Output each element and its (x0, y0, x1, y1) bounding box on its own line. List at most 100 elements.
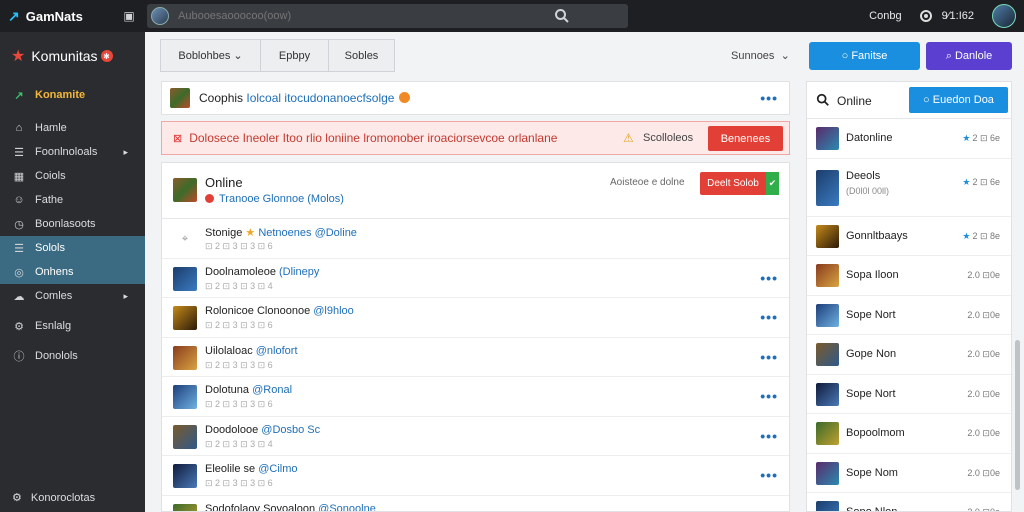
more-icon[interactable]: ••• (760, 90, 778, 106)
list-icon: ☰ (14, 242, 24, 255)
item-thumbnail (816, 264, 839, 287)
feed-subtitle: Tranooe Glonnoe (Molos) (205, 193, 344, 205)
more-icon[interactable]: ••• (760, 507, 778, 512)
scrollbar[interactable] (1015, 340, 1020, 490)
sidebar-item-4[interactable]: ☺ Fathe (0, 188, 145, 212)
item-name: Bopoolmom (846, 427, 905, 439)
record-icon[interactable] (919, 10, 932, 22)
sidebar-item-10[interactable]: ⓘ Donolols (0, 344, 145, 368)
tab-3[interactable]: Sobles (329, 39, 395, 72)
chevron-right-icon: ▸ (123, 146, 128, 157)
more-icon[interactable]: ••• (760, 428, 778, 444)
online-item[interactable]: Bopoolmom 2.0 ⊡0e (807, 414, 1011, 454)
online-action-button[interactable]: ○ Euedon Doa (909, 87, 1008, 113)
feed-row[interactable]: Uilolaloac @nlofort ⊡ 2 ⊡ 3 ⊡ 3 ⊡ 6 ••• (162, 338, 789, 377)
item-value: 2.0 ⊡0e (967, 310, 1000, 321)
sidebar-item-5[interactable]: ◷ Boonlasoots (0, 212, 145, 236)
item-value: 2.0 ⊡0e (967, 507, 1000, 511)
sidebar-item-6[interactable]: ☰ Solols (0, 236, 145, 260)
item-value-text: 2.0 ⊡0e (967, 388, 1000, 399)
feed-row[interactable]: ⌖ Stonige ★ Netnoenes @Doline ⊡ 2 ⊡ 3 ⊡ 3 … (162, 219, 789, 259)
star-icon: ★ (962, 176, 971, 187)
row-handle[interactable]: Netnoenes @Doline (258, 227, 357, 239)
search-icon[interactable] (816, 93, 830, 107)
row-title-text: Sodofolaoy Sovoaloon (205, 502, 316, 512)
feed-row[interactable]: Dolotuna @Ronal ⊡ 2 ⊡ 3 ⊡ 3 ⊡ 6 ••• (162, 377, 789, 417)
app-logo[interactable]: ↗ GamNats (0, 8, 112, 25)
sidebar-item-0[interactable]: ↗ Konamite (0, 80, 145, 110)
row-meta: ⊡ 2 ⊡ 3 ⊡ 3 ⊡ 4 (205, 438, 273, 449)
row-title: Rolonicoe Clonoonoe @l9hloo (205, 305, 354, 317)
online-item[interactable]: Sopo Nlon 2.0 ⊡0e (807, 493, 1011, 511)
item-name: Sope Nort (846, 387, 896, 400)
sidebar-item-3[interactable]: ▦ Coiols (0, 164, 145, 188)
feed-row[interactable]: Doolnamoleoe (Dlinepy ⊡ 2 ⊡ 3 ⊡ 3 ⊡ 4 ••• (162, 259, 789, 298)
online-item[interactable]: Gope Non 2.0 ⊡0e (807, 335, 1011, 375)
row-thumbnail (173, 424, 197, 449)
item-value: ★ 2 ⊡ 6e (962, 177, 1000, 188)
check-icon[interactable]: ✔ (766, 172, 779, 195)
more-icon[interactable]: ••• (760, 388, 778, 404)
alert-button[interactable]: Benenees (708, 126, 783, 151)
more-icon[interactable]: ••• (760, 270, 778, 286)
sidebar-header[interactable]: ★ Komunitas ✱ (0, 32, 145, 80)
tab-1[interactable]: Boblohbes ⌄ (160, 39, 261, 72)
search-icon[interactable] (554, 8, 570, 24)
row-thumbnail (173, 266, 197, 291)
clock-icon: ◷ (14, 218, 24, 231)
circle-icon: ○ (923, 94, 930, 106)
online-item[interactable]: Deeols (D0l0l 00ll) ★ 2 ⊡ 6e (807, 159, 1011, 217)
online-item[interactable]: Sope Nort 2.0 ⊡0e (807, 375, 1011, 414)
sidebar-item-8[interactable]: ☁ Comles ▸ (0, 284, 145, 308)
item-value: ★ 2 ⊡ 6e (962, 133, 1000, 144)
search-button-label: Danlole (954, 50, 993, 62)
tab-2[interactable]: Epbpy (261, 39, 329, 72)
more-icon[interactable]: ••• (760, 309, 778, 325)
row-meta: ⊡ 2 ⊡ 3 ⊡ 3 ⊡ 4 (205, 280, 273, 291)
sidebar-item-7[interactable]: ◎ Onhens (0, 260, 145, 284)
more-icon[interactable]: ••• (760, 467, 778, 483)
item-value-text: 2.0 ⊡0e (967, 467, 1000, 478)
row-handle[interactable]: @Ronal (252, 384, 292, 396)
star-icon: ★ (962, 133, 971, 143)
lock-icon[interactable]: ▣ (118, 5, 140, 27)
primary-button[interactable]: ○ Fanitse (809, 42, 920, 70)
more-icon[interactable]: ••• (760, 349, 778, 365)
search-button[interactable]: ⌕ Danlole (926, 42, 1012, 70)
feed-row[interactable]: Rolonicoe Clonoonoe @l9hloo ⊡ 2 ⊡ 3 ⊡ 3 ⊡… (162, 298, 789, 338)
topic-text-a: Coophis (199, 91, 244, 105)
top-bar: ↗ GamNats ▣ Conbg 9⁄1:I62 (0, 0, 1024, 32)
row-handle[interactable]: @Cilmo (258, 463, 297, 475)
row-handle[interactable]: @Sonoolne (318, 503, 376, 512)
item-name: Sope Nort (846, 308, 896, 321)
sidebar-footer[interactable]: ⚙ Konoroclotas (12, 491, 95, 505)
user-avatar[interactable] (992, 4, 1016, 28)
sort-dropdown[interactable]: Sunnoes ⌄ (731, 49, 790, 62)
sidebar-item-9[interactable]: ⚙ Esnlalg (0, 314, 145, 338)
online-item[interactable]: Sopa Iloon 2.0 ⊡0e (807, 256, 1011, 296)
account-label[interactable]: Conbg (869, 10, 901, 22)
sidebar-item-1[interactable]: ⌂ Hamle (0, 116, 145, 140)
topic-text: Coophis Iolcoal itocudonanoecfsolge (199, 91, 411, 105)
row-handle[interactable]: @nlofort (256, 345, 298, 357)
pin-icon: ⌖ (181, 233, 189, 245)
row-handle[interactable]: (Dlinepy (279, 266, 319, 278)
info-icon: ⓘ (13, 351, 25, 363)
row-handle[interactable]: @l9hloo (313, 305, 354, 317)
online-item[interactable]: Sope Nort 2.0 ⊡0e (807, 296, 1011, 335)
feed-row[interactable]: Eleolile se @Cilmo ⊡ 2 ⊡ 3 ⊡ 3 ⊡ 6 ••• (162, 456, 789, 496)
row-handle[interactable]: @Dosbo Sc (261, 424, 320, 436)
online-item[interactable]: Gonnltbaays ★ 2 ⊡ 8e (807, 217, 1011, 256)
item-thumbnail (816, 422, 839, 445)
feed-row[interactable]: Sodofolaoy Sovoaloon @Sonoolne ••• (162, 496, 789, 512)
feed-row[interactable]: Doodolooe @Dosbo Sc ⊡ 2 ⊡ 3 ⊡ 3 ⊡ 4 ••• (162, 417, 789, 456)
sidebar-item-2[interactable]: ☰ Foonlnoloals ▸ (0, 140, 145, 164)
row-meta: ⊡ 2 ⊡ 3 ⊡ 3 ⊡ 6 (205, 320, 273, 330)
online-item[interactable]: Sope Nom 2.0 ⊡0e (807, 454, 1011, 493)
search-bar[interactable] (147, 4, 628, 28)
search-input[interactable] (178, 10, 558, 22)
topic-card[interactable]: Coophis Iolcoal itocudonanoecfsolge ••• (161, 81, 790, 115)
follow-button[interactable]: Deelt Solob (700, 172, 766, 195)
online-item[interactable]: Datonline ★ 2 ⊡ 6e (807, 119, 1011, 159)
row-meta: ⊡ 2 ⊡ 3 ⊡ 3 ⊡ 6 (205, 241, 273, 251)
